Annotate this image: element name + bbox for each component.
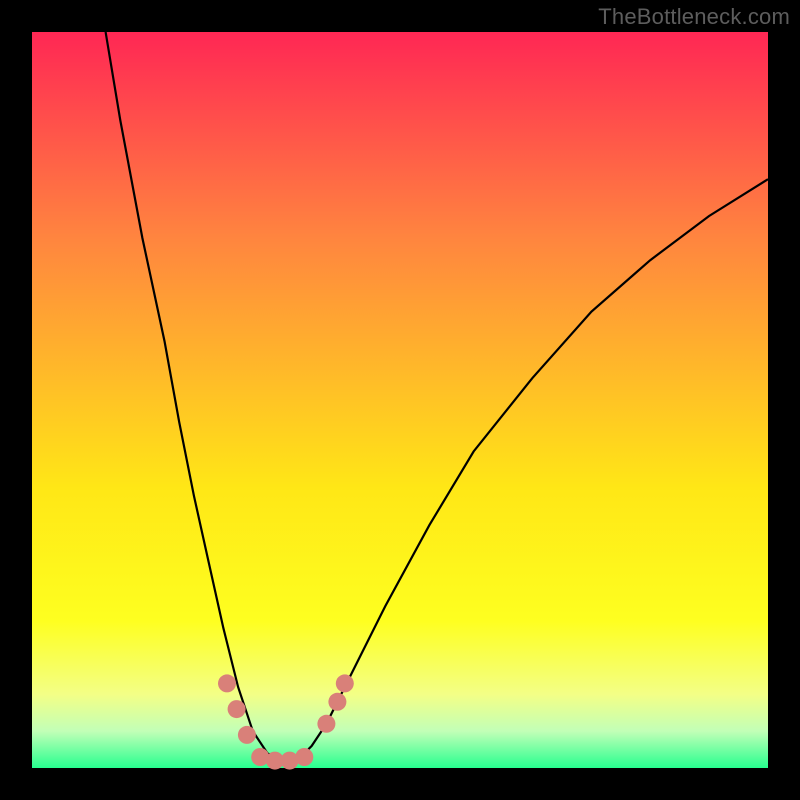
watermark-text: TheBottleneck.com <box>598 4 790 30</box>
curve-marker-dot <box>295 748 313 766</box>
curve-marker-dot <box>238 726 256 744</box>
curve-marker-dot <box>317 715 335 733</box>
curve-marker-dot <box>336 674 354 692</box>
curve-marker-dot <box>228 700 246 718</box>
curve-marker-dot <box>328 693 346 711</box>
curve-marker-dot <box>218 674 236 692</box>
chart-svg <box>0 0 800 800</box>
plot-background <box>32 32 768 768</box>
chart-frame: TheBottleneck.com <box>0 0 800 800</box>
